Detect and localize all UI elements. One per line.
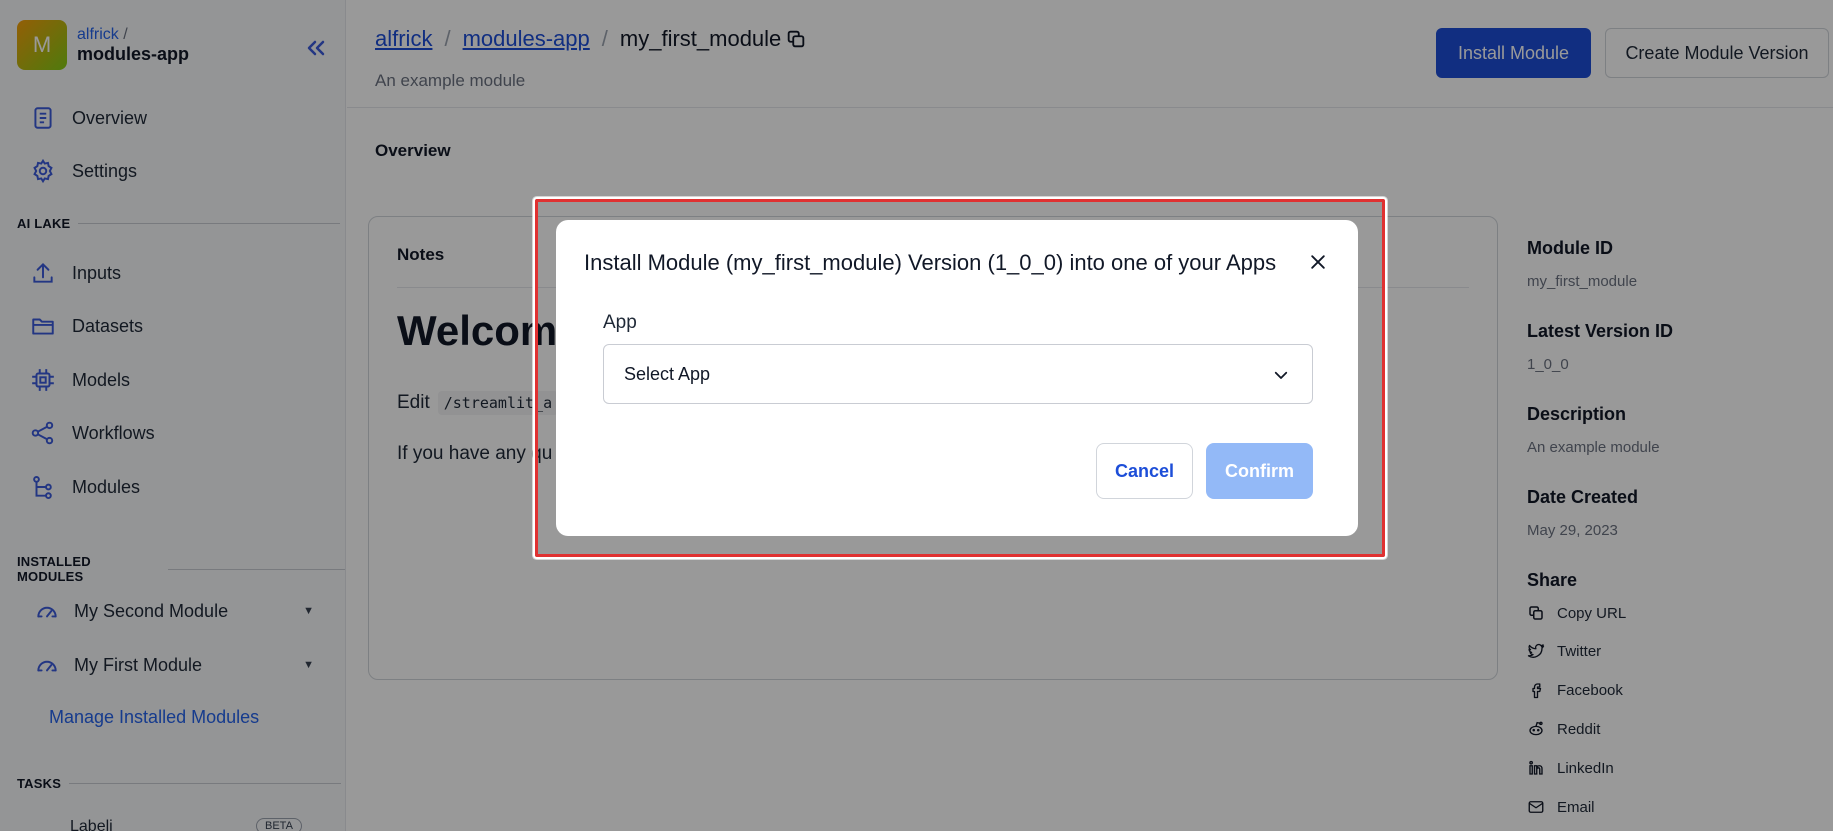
- app-select[interactable]: Select App: [603, 344, 1313, 404]
- app-field-label: App: [603, 312, 637, 333]
- confirm-button[interactable]: Confirm: [1206, 443, 1313, 499]
- app-select-value: Select App: [624, 363, 711, 384]
- cancel-button[interactable]: Cancel: [1096, 443, 1193, 499]
- dialog-title: Install Module (my_first_module) Version…: [584, 250, 1277, 275]
- close-icon[interactable]: [1308, 252, 1328, 272]
- install-module-dialog: Install Module (my_first_module) Version…: [556, 220, 1358, 536]
- chevron-down-icon: [1274, 371, 1288, 379]
